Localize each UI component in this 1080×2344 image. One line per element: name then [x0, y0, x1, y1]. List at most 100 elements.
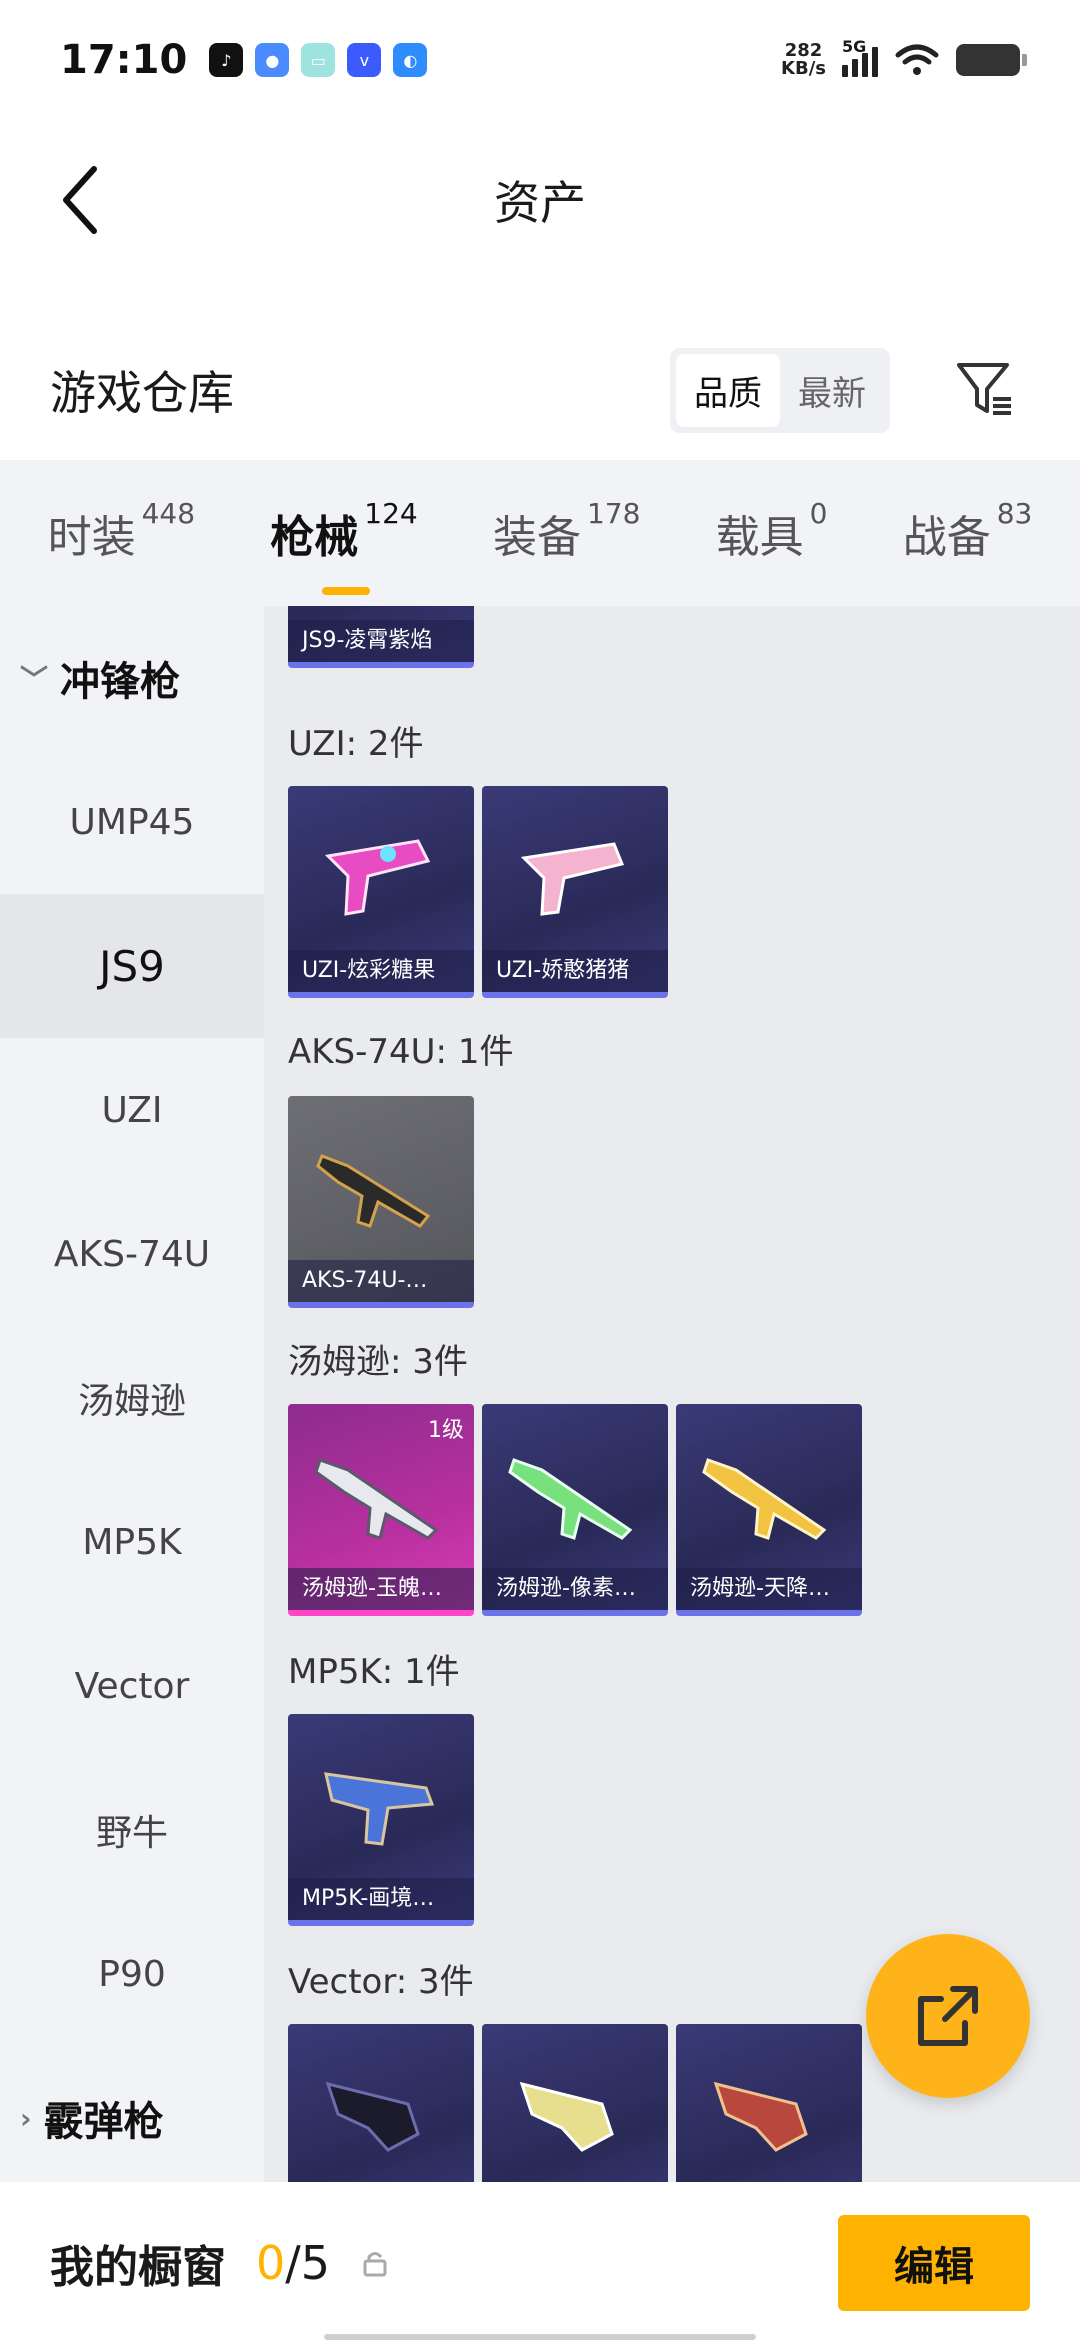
showcase-current: 0 [256, 2236, 286, 2290]
chevron-down-icon: ﹀ [20, 663, 49, 696]
tab-label: 装备 [492, 512, 581, 563]
weapon-card[interactable]: UZI-娇憨猪猪 [482, 786, 668, 998]
notification-icons: ♪ ● ▭ v ◐ [209, 43, 428, 77]
filter-button[interactable] [950, 355, 1020, 425]
sidebar-item-aks74u[interactable]: AKS-74U [0, 1182, 264, 1326]
vector-dark-gun-icon [325, 2081, 420, 2152]
thompson-pixel-gun-icon [508, 1458, 633, 1540]
uzi-candy-gun-icon [324, 839, 431, 916]
edit-button[interactable]: 编辑 [838, 2215, 1030, 2311]
tab-count: 178 [586, 497, 641, 530]
tab-weapons[interactable]: 枪械 124 [270, 497, 418, 595]
weapon-card-label: UZI-炫彩糖果 [288, 950, 474, 992]
category-tabs: 时装 448 枪械 124 装备 178 载具 0 战备 83 [0, 460, 1080, 606]
sidebar-item-mp5k[interactable]: MP5K [0, 1470, 264, 1614]
net-speed-unit: KB/s [781, 58, 826, 79]
weapon-card[interactable]: MP5K-画境… [288, 1714, 474, 1926]
weapon-card[interactable] [288, 2024, 474, 2182]
weapon-card[interactable]: 1级 汤姆逊-玉魄… [288, 1404, 474, 1616]
sidebar-item-thompson[interactable]: 汤姆逊 [0, 1326, 264, 1470]
tab-fashion[interactable]: 时装 448 [47, 497, 195, 565]
wifi-icon [895, 44, 939, 75]
vector-red-gun-icon [713, 2081, 808, 2152]
back-button[interactable] [40, 160, 120, 240]
weapon-card-label: 汤姆逊-天降… [676, 1568, 862, 1610]
weapon-card-label: MP5K-画境… [288, 1878, 474, 1920]
thompson-jade-gun-icon [314, 1458, 439, 1540]
battery-icon [956, 44, 1027, 76]
home-indicator [324, 2334, 756, 2340]
tab-count: 83 [996, 497, 1033, 530]
signal-icon: 5G [842, 37, 878, 77]
app-icon: ● [255, 43, 290, 77]
tab-label: 战备 [902, 512, 991, 563]
weapon-card[interactable]: UZI-炫彩糖果 [288, 786, 474, 998]
sidebar-item-uzi[interactable]: UZI [0, 1038, 264, 1182]
top-header: 资产 [0, 140, 1080, 260]
tab-count: 124 [364, 497, 418, 530]
vector-yellow-gun-icon [519, 2081, 614, 2152]
weapon-card-label: 汤姆逊-玉魄… [288, 1568, 474, 1610]
tiktok-icon: ♪ [209, 43, 244, 77]
share-icon [918, 1986, 978, 2046]
sidebar-item-vector[interactable]: Vector [0, 1614, 264, 1758]
sidebar-group-label: 霰弹枪 [43, 2099, 164, 2145]
weapon-card[interactable]: AKS-74U-… [288, 1096, 474, 1308]
thompson-sky-gun-icon [702, 1458, 827, 1540]
tab-label: 枪械 [270, 512, 359, 563]
showcase-total: /5 [285, 2236, 331, 2290]
status-bar: 17:10 ♪ ● ▭ v ◐ 282 KB/s 5G [0, 0, 1080, 120]
tab-count: 448 [141, 497, 196, 530]
chevron-right-icon: › [20, 2101, 32, 2135]
sidebar-group-label: 冲锋枪 [60, 659, 181, 705]
weapon-card[interactable]: JS9-凌霄紫焰 [288, 606, 474, 668]
sidebar-item-bizon[interactable]: 野牛 [0, 1758, 264, 1902]
section-heading: MP5K: 1件 [288, 1652, 460, 1692]
weapon-sidebar: ﹀ 冲锋枪 UMP45 JS9 UZI AKS-74U 汤姆逊 MP5K Vec… [0, 606, 264, 2182]
planet-icon: ◐ [393, 43, 428, 77]
weapon-card[interactable] [676, 2024, 862, 2182]
weapon-card[interactable] [482, 2024, 668, 2182]
sidebar-item-p90[interactable]: P90 [0, 1902, 264, 2046]
aks74u-gun-icon [316, 1154, 431, 1228]
showcase-bar: 我的橱窗 0/5 编辑 [0, 2182, 1080, 2344]
weapon-card-label: JS9-凌霄紫焰 [288, 620, 474, 662]
tab-equipment[interactable]: 装备 178 [492, 497, 640, 565]
vivo-icon: v [347, 43, 382, 77]
section-heading: 汤姆逊: 3件 [288, 1342, 468, 1382]
warehouse-row: 游戏仓库 品质 最新 [0, 340, 1080, 440]
back-arrow-icon [63, 166, 97, 234]
weapon-card[interactable]: 汤姆逊-像素… [482, 1404, 668, 1616]
section-heading: UZI: 2件 [288, 724, 424, 764]
sidebar-item-js9[interactable]: JS9 [0, 894, 264, 1038]
sidebar-group-smg[interactable]: ﹀ 冲锋枪 [0, 606, 264, 750]
page-title: 资产 [494, 176, 586, 230]
tab-vehicles[interactable]: 载具 0 [715, 497, 828, 565]
share-fab-button[interactable] [866, 1934, 1030, 2098]
weapon-card-label: AKS-74U-… [288, 1260, 474, 1302]
tab-label: 载具 [715, 512, 804, 563]
tab-label: 时装 [47, 512, 136, 563]
sidebar-item-ump45[interactable]: UMP45 [0, 750, 264, 894]
section-heading: Vector: 3件 [288, 1962, 474, 2002]
warehouse-title: 游戏仓库 [50, 366, 234, 420]
section-heading: AKS-74U: 1件 [288, 1032, 514, 1072]
lock-icon [363, 2252, 387, 2277]
showcase-count: 0/5 [256, 2236, 330, 2290]
sidebar-group-shotgun[interactable]: › 霰弹枪 [0, 2046, 264, 2182]
showcase-label: 我的橱窗 [50, 2242, 226, 2293]
active-tab-indicator [322, 587, 371, 595]
net-speed: 282 KB/s [781, 42, 826, 78]
filter-icon [957, 363, 1011, 415]
network-type: 5G [842, 37, 867, 56]
uzi-pig-gun-icon [520, 842, 625, 916]
sort-newest-button[interactable]: 最新 [780, 354, 884, 427]
message-icon: ▭ [301, 43, 336, 77]
tab-supplies[interactable]: 战备 83 [902, 497, 1033, 565]
weapon-card[interactable]: 汤姆逊-天降… [676, 1404, 862, 1616]
status-time: 17:10 [60, 37, 188, 83]
weapon-card-label: 汤姆逊-像素… [482, 1568, 668, 1610]
sort-quality-button[interactable]: 品质 [676, 353, 780, 427]
tab-count: 0 [809, 497, 828, 530]
status-right: 282 KB/s 5G [781, 37, 1027, 78]
